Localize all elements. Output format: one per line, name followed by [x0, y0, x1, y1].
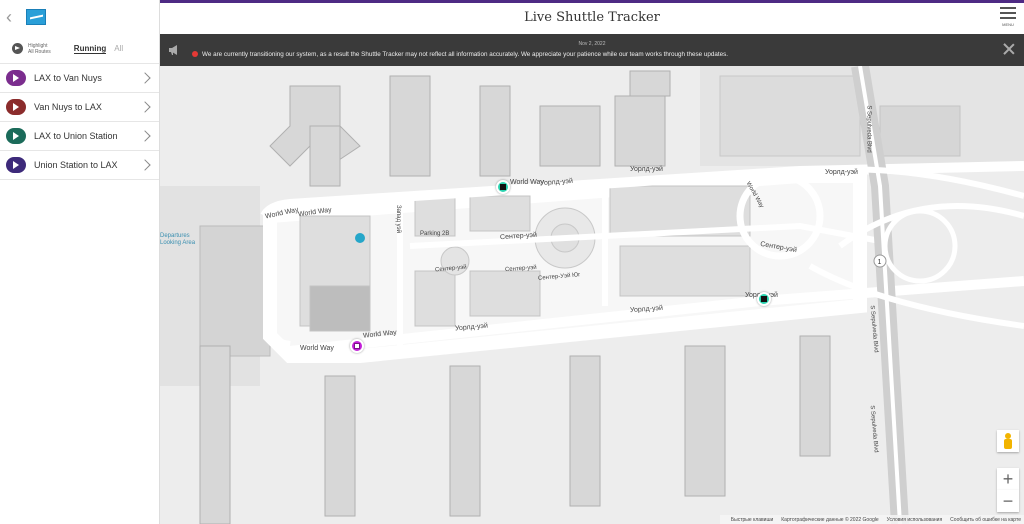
street-label: Parking 2B — [420, 231, 450, 237]
route-item[interactable]: LAX to Van Nuys — [0, 64, 159, 93]
close-icon[interactable] — [1002, 42, 1016, 56]
map-canvas[interactable]: 1 — [160, 66, 1024, 524]
back-button[interactable]: ‹ — [6, 7, 20, 27]
shuttle-icon — [761, 296, 767, 302]
map-footer: Быстрые клавиши Картографические данные … — [719, 515, 1024, 524]
chevron-right-icon — [139, 72, 151, 84]
app-root: ‹ Highlight All Routes Running All LAX t… — [0, 0, 1024, 524]
shuttle-marker[interactable] — [496, 180, 510, 194]
menu-icon-bar — [1000, 17, 1016, 19]
street-label: Уорлд-уэй — [825, 169, 858, 176]
chevron-right-icon — [139, 130, 151, 142]
route-list: LAX to Van Nuys Van Nuys to LAX LAX to Uni… — [0, 64, 159, 180]
route-arrow-icon — [6, 157, 26, 173]
shuttle-icon — [500, 184, 506, 190]
report-error-link[interactable]: Сообщить об ошибке на карте — [950, 517, 1021, 523]
street-label: World Way — [510, 179, 544, 186]
alert-message-row: We are currently transitioning our syste… — [192, 51, 728, 58]
map[interactable]: 1 World Way World Way World Way World Wa… — [160, 66, 1024, 524]
terms-link[interactable]: Условия использования — [887, 517, 943, 523]
shuttle-marker[interactable] — [350, 339, 364, 353]
zoom-in-button[interactable]: + — [997, 468, 1019, 490]
route-filter: Highlight All Routes Running All — [0, 34, 159, 64]
poi-label: Departures — [160, 233, 190, 239]
street-view-icon[interactable] — [997, 430, 1019, 452]
chevron-right-icon — [139, 101, 151, 113]
arrow-right-icon — [13, 103, 19, 111]
route-arrow-icon — [6, 70, 26, 86]
street-label: World Way — [300, 345, 334, 352]
route-shield: 1 — [878, 259, 882, 266]
arrow-right-icon — [13, 74, 19, 82]
app-logo[interactable] — [26, 9, 46, 25]
zoom-out-button[interactable]: − — [997, 490, 1019, 512]
menu-icon — [1000, 7, 1016, 9]
alert-message: We are currently transitioning our syste… — [202, 51, 729, 58]
route-item[interactable]: Van Nuys to LAX — [0, 93, 159, 122]
highlight-label-line2: All Routes — [28, 48, 51, 55]
route-item[interactable]: LAX to Union Station — [0, 122, 159, 151]
sidebar: ‹ Highlight All Routes Running All LAX t… — [0, 0, 160, 524]
shuttle-marker[interactable] — [757, 292, 771, 306]
route-label: LAX to Van Nuys — [34, 73, 102, 83]
alert-date: Nov 2, 2022 — [578, 41, 606, 47]
route-label: Van Nuys to LAX — [34, 102, 102, 112]
alert-banner: Nov 2, 2022 We are currently transitioni… — [160, 34, 1024, 66]
sidebar-top: ‹ — [0, 0, 159, 34]
alert-icon — [192, 51, 198, 57]
route-label: LAX to Union Station — [34, 131, 118, 141]
shuttle-icon — [354, 343, 360, 349]
highlight-label[interactable]: Highlight All Routes — [28, 43, 51, 55]
menu-button[interactable]: MENU — [1000, 7, 1016, 27]
chevron-right-icon — [139, 159, 151, 171]
map-data-credit: Картографические данные © 2022 Google — [781, 516, 879, 523]
filter-all-tab[interactable]: All — [114, 44, 123, 53]
keyboard-shortcuts-link[interactable]: Быстрые клавиши — [731, 517, 773, 523]
menu-label: MENU — [1002, 22, 1014, 27]
route-arrow-icon — [6, 128, 26, 144]
page-title: Live Shuttle Tracker — [524, 10, 660, 25]
route-item[interactable]: Union Station to LAX — [0, 151, 159, 180]
highlight-icon[interactable] — [12, 43, 23, 54]
arrow-right-icon — [13, 161, 19, 169]
street-label: Запад уэй — [395, 204, 402, 234]
route-label: Union Station to LAX — [34, 160, 118, 170]
poi-label: Looking Area — [160, 240, 196, 246]
arrow-right-icon — [13, 132, 19, 140]
street-label: Уорлд-уэй — [630, 166, 663, 173]
street-label: S Sepulveda Blvd — [865, 105, 872, 153]
filter-running-tab[interactable]: Running — [73, 44, 107, 54]
menu-icon-bar — [1000, 12, 1016, 14]
route-arrow-icon — [6, 99, 26, 115]
header: Live Shuttle Tracker MENU — [160, 0, 1024, 34]
